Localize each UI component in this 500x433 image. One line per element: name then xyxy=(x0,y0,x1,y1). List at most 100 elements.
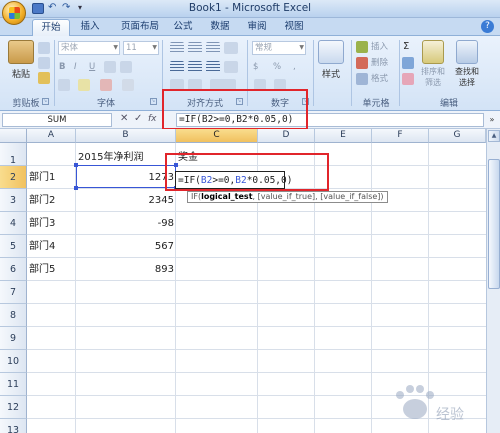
underline-button[interactable]: U xyxy=(88,60,100,74)
cell-b3[interactable]: 2345 xyxy=(76,189,176,212)
cell-a4[interactable]: 部门3 xyxy=(27,212,76,235)
cell-b5[interactable]: 567 xyxy=(76,235,176,258)
select-all-corner[interactable] xyxy=(0,129,27,143)
copy-icon[interactable] xyxy=(38,57,50,69)
font-color-icon[interactable] xyxy=(100,79,112,91)
tooltip-current-arg: logical_test xyxy=(201,192,253,201)
baidu-watermark: 经验 xyxy=(396,385,464,423)
delete-cells-icon[interactable] xyxy=(356,57,368,69)
vertical-scrollbar[interactable]: ▲ xyxy=(486,129,500,433)
phonetic-icon[interactable] xyxy=(122,79,134,91)
insert-cells-icon[interactable] xyxy=(356,41,368,53)
italic-button[interactable]: I xyxy=(73,60,85,74)
sort-filter-icon[interactable] xyxy=(422,40,444,64)
enter-icon[interactable]: ✓ xyxy=(134,113,142,125)
align-left-icon[interactable] xyxy=(170,61,184,73)
fill-icon[interactable] xyxy=(402,57,414,69)
cut-icon[interactable] xyxy=(38,42,50,54)
currency-button[interactable]: $ xyxy=(252,60,268,74)
cell-a3[interactable]: 部门2 xyxy=(27,189,76,212)
delete-cells-button[interactable]: 删除 xyxy=(370,56,398,70)
insert-cells-button[interactable]: 插入 xyxy=(370,40,398,54)
row-header-4[interactable]: 4 xyxy=(0,212,27,235)
cell-a5[interactable]: 部门4 xyxy=(27,235,76,258)
fill-color-icon[interactable] xyxy=(78,79,90,91)
paste-button-label[interactable]: 粘贴 xyxy=(6,67,36,80)
number-format-combo[interactable]: 常规 ▼ xyxy=(252,41,306,55)
reference-handle[interactable] xyxy=(74,163,78,167)
row-header-7[interactable]: 7 xyxy=(0,281,27,304)
reference-handle[interactable] xyxy=(74,186,78,190)
align-bottom-icon[interactable] xyxy=(206,42,220,54)
comma-button[interactable]: , xyxy=(292,60,304,74)
styles-icon[interactable] xyxy=(318,40,344,64)
row-header-8[interactable]: 8 xyxy=(0,304,27,327)
expand-formula-bar-icon[interactable]: » xyxy=(486,113,498,127)
bold-button[interactable]: B xyxy=(58,60,70,74)
tab-insert[interactable]: 插入 xyxy=(74,19,106,36)
align-middle-icon[interactable] xyxy=(188,42,202,54)
scroll-up-icon[interactable]: ▲ xyxy=(488,130,500,142)
font-size-combo[interactable]: 11 ▼ xyxy=(123,41,159,55)
clear-icon[interactable] xyxy=(402,73,414,85)
spreadsheet-grid[interactable]: A B C D E F G 1 2 3 4 5 6 7 8 9 10 11 12… xyxy=(0,129,486,433)
font-name-combo[interactable]: 宋体 ▼ xyxy=(58,41,120,55)
decrease-font-icon[interactable] xyxy=(120,61,132,73)
align-top-icon[interactable] xyxy=(170,42,184,54)
row-header-9[interactable]: 9 xyxy=(0,327,27,350)
cell-b6[interactable]: 893 xyxy=(76,258,176,281)
find-select-label[interactable]: 查找和 选择 xyxy=(450,66,484,88)
row-header-6[interactable]: 6 xyxy=(0,258,27,281)
autosum-icon[interactable]: Σ xyxy=(402,40,414,54)
row-header-12[interactable]: 12 xyxy=(0,396,27,419)
format-cells-icon[interactable] xyxy=(356,73,368,85)
help-icon[interactable]: ? xyxy=(481,20,494,33)
column-header-d[interactable]: D xyxy=(258,129,315,143)
column-header-f[interactable]: F xyxy=(372,129,429,143)
cell-b4[interactable]: -98 xyxy=(76,212,176,235)
row-header-5[interactable]: 5 xyxy=(0,235,27,258)
cancel-icon[interactable]: ✕ xyxy=(120,113,128,125)
row-header-2[interactable]: 2 xyxy=(0,166,27,189)
find-select-icon[interactable] xyxy=(456,40,478,64)
borders-icon[interactable] xyxy=(58,79,70,91)
tab-page-layout[interactable]: 页面布局 xyxy=(112,19,168,36)
styles-button-label[interactable]: 样式 xyxy=(314,67,348,80)
tab-formulas[interactable]: 公式 xyxy=(168,19,198,36)
row-header-11[interactable]: 11 xyxy=(0,373,27,396)
orientation-icon[interactable] xyxy=(224,42,238,54)
wrap-text-icon[interactable] xyxy=(224,61,238,73)
format-painter-icon[interactable] xyxy=(38,72,50,84)
editing-group-label: 编辑 xyxy=(439,99,458,109)
clipboard-launcher-icon[interactable]: ↘ xyxy=(42,98,49,105)
column-header-g[interactable]: G xyxy=(429,129,486,143)
format-cells-button[interactable]: 格式 xyxy=(370,72,398,86)
column-header-a[interactable]: A xyxy=(27,129,76,143)
tab-home[interactable]: 开始 xyxy=(32,19,70,36)
office-button[interactable] xyxy=(2,1,26,25)
insert-function-icon[interactable]: fx xyxy=(148,113,157,125)
row-header-3[interactable]: 3 xyxy=(0,189,27,212)
row-header-10[interactable]: 10 xyxy=(0,350,27,373)
column-header-c[interactable]: C xyxy=(176,129,258,143)
font-name-value: 宋体 xyxy=(61,43,79,53)
font-launcher-icon[interactable]: ↘ xyxy=(150,98,157,105)
name-box[interactable]: SUM xyxy=(2,113,112,127)
row-header-1[interactable]: 1 xyxy=(0,143,27,166)
paste-icon[interactable] xyxy=(8,40,34,64)
scroll-thumb[interactable] xyxy=(488,159,500,289)
tab-view[interactable]: 视图 xyxy=(279,19,309,36)
column-header-e[interactable]: E xyxy=(315,129,372,143)
cell-a2[interactable]: 部门1 xyxy=(27,166,76,189)
percent-button[interactable]: % xyxy=(272,60,288,74)
increase-font-icon[interactable] xyxy=(104,61,116,73)
row-header-13[interactable]: 13 xyxy=(0,419,27,433)
cell-a6[interactable]: 部门5 xyxy=(27,258,76,281)
align-right-icon[interactable] xyxy=(206,61,220,73)
align-center-icon[interactable] xyxy=(188,61,202,73)
cell-b1[interactable]: 2015年净利润 xyxy=(76,143,176,166)
tab-review[interactable]: 审阅 xyxy=(242,19,272,36)
column-header-b[interactable]: B xyxy=(76,129,176,143)
sort-filter-label[interactable]: 排序和 筛选 xyxy=(418,66,448,88)
tab-data[interactable]: 数据 xyxy=(205,19,235,36)
